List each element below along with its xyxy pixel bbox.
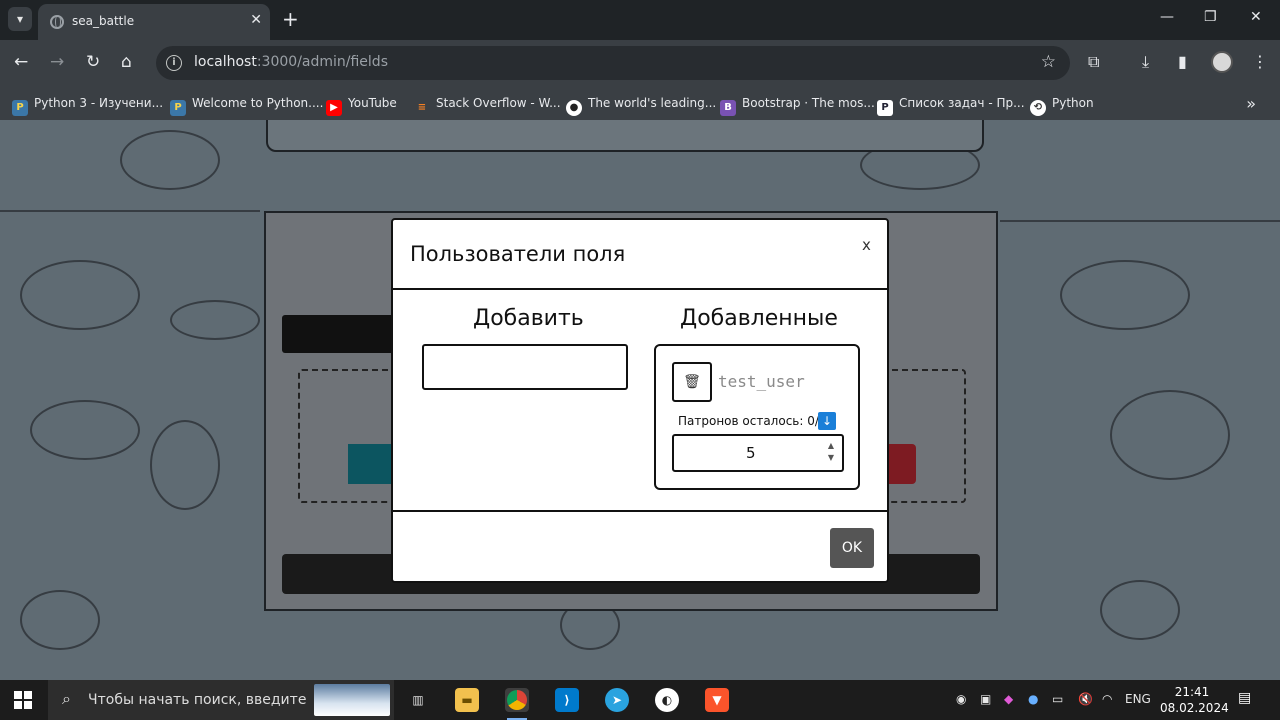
tab-close-icon[interactable]: ✕ [250, 12, 262, 28]
bookmark-item[interactable]: P Python 3 - Изучени... [12, 93, 163, 116]
bootstrap-icon: B [720, 100, 736, 116]
trash-icon: 🗑 [683, 374, 701, 390]
chrome-icon[interactable] [505, 688, 529, 720]
bookmark-item[interactable]: B Bootstrap · The mos... [720, 93, 875, 116]
search-icon: ⌕ [62, 689, 71, 708]
close-icon[interactable]: x [862, 236, 871, 254]
wifi-icon[interactable]: ◠ [1102, 692, 1112, 706]
telegram-icon[interactable]: ➤ [605, 688, 629, 712]
home-icon[interactable]: ⌂ [121, 52, 132, 72]
bookmark-item[interactable]: P Welcome to Python.... [170, 93, 323, 116]
python-icon: P [170, 100, 186, 116]
back-icon[interactable]: ← [14, 52, 28, 72]
arrow-down-icon[interactable]: ↓ [818, 412, 836, 430]
fish-doodle [1060, 260, 1190, 330]
windows-taskbar: ⌕ Чтобы начать поиск, введите ▥ ▬ ⟩ ➤ ◐ … [0, 680, 1280, 720]
wave-doodle [1000, 220, 1280, 222]
volume-muted-icon[interactable]: 🔇 [1078, 692, 1093, 706]
fish-doodle [1110, 390, 1230, 480]
clock-date: 08.02.2024 [1160, 701, 1229, 715]
bookmark-item[interactable]: ⟲ Python [1030, 93, 1094, 116]
extensions-icon[interactable]: ⧉ [1088, 52, 1099, 72]
tray-app-icon[interactable]: ▣ [980, 692, 991, 706]
ammo-number-input[interactable]: 5 ▲ ▼ [672, 434, 844, 472]
bookmark-item[interactable]: ● The world's leading... [566, 93, 716, 116]
star-icon[interactable]: ☆ [1041, 52, 1056, 72]
clock-time: 21:41 [1174, 685, 1210, 699]
discord-icon[interactable]: ◉ [956, 692, 966, 706]
globe-icon [50, 15, 64, 29]
new-tab-button[interactable]: + [282, 7, 299, 31]
clock[interactable]: 21:41 08.02.2024 [1160, 684, 1229, 716]
bookmark-item[interactable]: ≡ Stack Overflow - W... [414, 93, 561, 116]
delete-user-button[interactable]: 🗑 [672, 362, 712, 402]
tray-app-icon[interactable]: ● [1028, 692, 1038, 706]
net-doodle [20, 590, 100, 650]
python-icon: P [12, 100, 28, 116]
game-icon[interactable]: ◐ [655, 688, 679, 712]
field-users-modal: Пользователи поля x Добавить Добавленные… [391, 218, 889, 583]
leaf-doodle [170, 300, 260, 340]
ammo-left-label: Патронов осталось: 0/ [678, 414, 819, 428]
background-dark-button [282, 315, 402, 353]
tab-title: sea_battle [72, 14, 135, 28]
search-placeholder: Чтобы начать поиск, введите [88, 692, 307, 708]
battery-icon[interactable]: ▭ [1052, 692, 1063, 706]
search-highlight-image [314, 684, 390, 716]
bookmark-item[interactable]: P Список задач - Пр... [877, 93, 1025, 116]
ammo-input-value: 5 [746, 444, 756, 462]
site-info-icon[interactable]: i [166, 55, 182, 71]
add-user-input[interactable] [422, 344, 628, 390]
browser-tab[interactable]: sea_battle ✕ [38, 4, 270, 40]
python-logo-icon: ⟲ [1030, 100, 1046, 116]
bookmark-item[interactable]: ▶ YouTube [326, 93, 397, 116]
fish-doodle [30, 400, 140, 460]
net-doodle [1100, 580, 1180, 640]
profile-avatar[interactable] [1211, 51, 1233, 73]
user-name: test_user [718, 372, 805, 391]
modal-header-divider [393, 288, 889, 290]
file-explorer-icon[interactable]: ▬ [455, 688, 479, 712]
close-window-button[interactable]: ✕ [1250, 9, 1262, 25]
added-heading: Добавленные [680, 306, 838, 331]
address-bar[interactable]: i localhost:3000/admin/fields ☆ [156, 46, 1070, 80]
minimize-button[interactable]: — [1160, 9, 1174, 25]
task-view-icon[interactable]: ▥ [406, 688, 430, 712]
background-header-panel [266, 120, 984, 152]
added-users-list: 🗑 test_user Патронов осталось: 0/ ↓ 5 ▲ ▼ [654, 344, 860, 490]
brave-icon[interactable]: ▼ [705, 688, 729, 712]
youtube-icon: ▶ [326, 100, 342, 116]
number-spinner-icon[interactable]: ▲ ▼ [824, 440, 838, 466]
language-indicator[interactable]: ENG [1125, 692, 1151, 706]
background-red-button [888, 444, 916, 484]
vscode-icon[interactable]: ⟩ [555, 688, 579, 712]
forward-icon[interactable]: → [50, 52, 64, 72]
ok-button[interactable]: OK [830, 528, 874, 568]
windows-start-icon[interactable] [14, 691, 32, 709]
fish-doodle [20, 260, 140, 330]
browser-toolbar: ← → ↻ ⌂ i localhost:3000/admin/fields ☆ … [0, 40, 1280, 86]
modal-footer-divider [393, 510, 889, 512]
modal-title: Пользователи поля [410, 242, 626, 266]
shell-doodle [150, 420, 220, 510]
notification-icon[interactable]: ▤ [1238, 690, 1251, 706]
add-heading: Добавить [473, 306, 584, 331]
maximize-button[interactable]: ❐ [1204, 9, 1217, 25]
url-text[interactable]: localhost:3000/admin/fields [194, 54, 388, 70]
tab-search-icon[interactable]: ▾ [8, 7, 32, 31]
browser-tab-bar: ▾ sea_battle ✕ + — ❐ ✕ [0, 0, 1280, 40]
tasklist-icon: P [877, 100, 893, 116]
stackoverflow-icon: ≡ [417, 102, 427, 113]
github-icon: ● [566, 100, 582, 116]
download-icon[interactable]: ⤓ [1142, 52, 1149, 72]
sidepanel-icon[interactable]: ▮ [1178, 52, 1187, 72]
tray-app-icon[interactable]: ◆ [1004, 692, 1013, 706]
wave-doodle [0, 210, 260, 212]
chevron-right-icon[interactable]: » [1246, 94, 1256, 113]
menu-icon[interactable]: ⋮ [1252, 52, 1268, 72]
palm-doodle [120, 130, 220, 190]
reload-icon[interactable]: ↻ [86, 52, 100, 72]
taskbar-search[interactable]: ⌕ Чтобы начать поиск, введите [48, 680, 394, 720]
bookmarks-bar: P Python 3 - Изучени... P Welcome to Pytho… [0, 86, 1280, 120]
